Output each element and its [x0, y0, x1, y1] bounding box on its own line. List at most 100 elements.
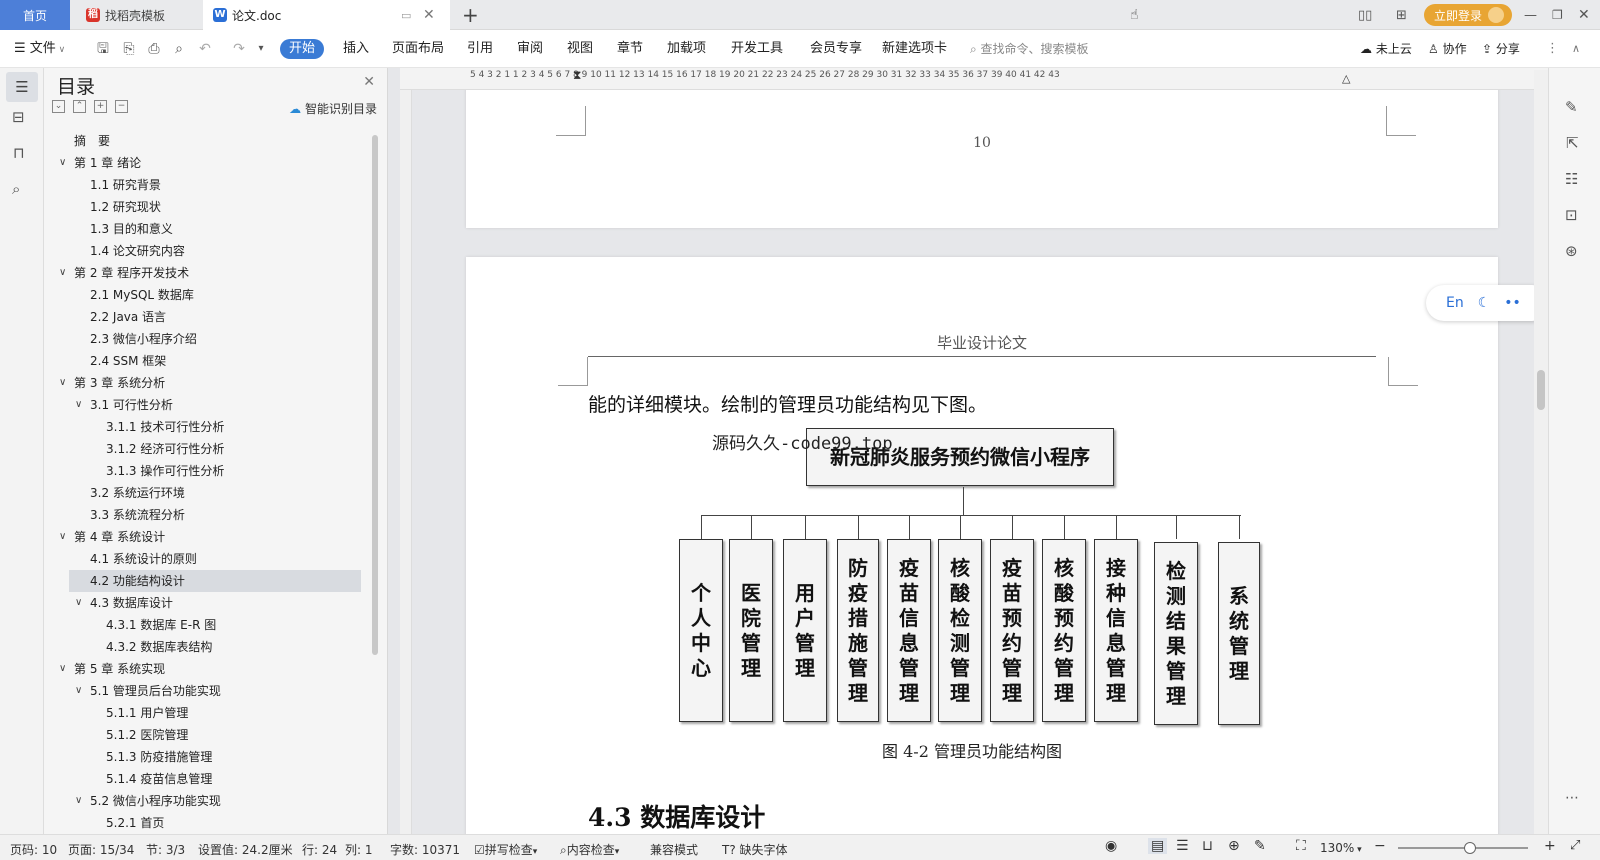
page-view-icon[interactable]: ▤ [1148, 838, 1168, 854]
read-view-icon[interactable]: ⊔ [1202, 838, 1213, 854]
save-icon[interactable]: 🖫 [94, 40, 112, 58]
menu-developer[interactable]: 开发工具 [731, 39, 783, 59]
toc-item[interactable]: 1.2 研究现状 [44, 196, 374, 218]
close-tab-icon[interactable]: ✕ [423, 7, 435, 23]
toc-item[interactable]: 3.1.3 操作可行性分析 [44, 460, 374, 482]
scroll-thumb[interactable] [1537, 370, 1545, 410]
select-cursor-icon[interactable]: ⇱ [1566, 134, 1579, 152]
menu-review[interactable]: 审阅 [517, 39, 543, 59]
layout-icon[interactable]: ▯▯ [1358, 0, 1372, 30]
toc-item[interactable]: 2.3 微信小程序介绍 [44, 328, 374, 350]
toc-item[interactable]: 4.2 功能结构设计 [69, 570, 361, 592]
menu-addons[interactable]: 加载项 [667, 39, 706, 59]
write-view-icon[interactable]: ✎ [1254, 838, 1266, 854]
toc-item[interactable]: 1.4 论文研究内容 [44, 240, 374, 262]
toc-item[interactable]: 2.2 Java 语言 [44, 306, 374, 328]
zoom-in-icon[interactable]: + [1544, 838, 1556, 854]
toc-item[interactable]: 1.3 目的和意义 [44, 218, 374, 240]
ime-english-label[interactable]: En [1446, 295, 1464, 311]
web-view-icon[interactable]: ⊕ [1228, 838, 1240, 854]
toc-item[interactable]: 2.4 SSM 框架 [44, 350, 374, 372]
menu-view[interactable]: 视图 [567, 39, 593, 59]
chevron-down-icon[interactable]: ∨ [59, 262, 66, 284]
zoom-select[interactable]: 130% ▾ [1320, 841, 1362, 855]
command-search[interactable]: ⌕ 查找命令、搜索模板 [970, 39, 1089, 59]
login-button[interactable]: 立即登录 [1424, 4, 1513, 26]
print-icon[interactable]: ⎙ [145, 40, 163, 58]
share-button[interactable]: ⇪ 分享 [1482, 39, 1520, 59]
menu-insert[interactable]: 插入 [343, 39, 369, 59]
toc-item[interactable]: 4.3.1 数据库 E-R 图 [44, 614, 374, 636]
zoom-slider[interactable] [1398, 842, 1528, 854]
chevron-down-icon[interactable]: ∨ [59, 372, 66, 394]
toc-scrollbar[interactable] [372, 135, 378, 655]
apps-grid-icon[interactable]: ⊞ [1396, 0, 1407, 30]
toc-item[interactable]: 4.1 系统设计的原则 [44, 548, 374, 570]
moon-icon[interactable]: ☾ [1478, 295, 1491, 311]
toc-item[interactable]: 4.3.2 数据库表结构 [44, 636, 374, 658]
more-options-icon[interactable]: ⋮ [1546, 39, 1559, 59]
toc-panel-icon[interactable]: ☰ [6, 72, 38, 102]
toc-item[interactable]: ∨ 3.1 可行性分析 [44, 394, 374, 416]
smart-toc-button[interactable]: ☁ 智能识别目录 [289, 100, 377, 117]
collapse-all-icon[interactable]: ⌄ [52, 100, 65, 113]
toc-item[interactable]: 5.1.1 用户管理 [44, 702, 374, 724]
print-preview-icon[interactable]: ⌕ [170, 40, 188, 58]
toc-item[interactable]: ∨ 第 5 章 系统实现 [44, 658, 374, 680]
menu-page-layout[interactable]: 页面布局 [392, 39, 444, 59]
toc-item[interactable]: 5.1.2 医院管理 [44, 724, 374, 746]
content-check-button[interactable]: ⌕内容检查▾ [560, 841, 619, 858]
toc-item[interactable]: ∨ 5.2 微信小程序功能实现 [44, 790, 374, 812]
fullscreen-icon[interactable]: ⤢ [1570, 838, 1580, 853]
chevron-down-icon[interactable]: ∨ [75, 394, 82, 416]
more-icon[interactable]: ▾ [252, 40, 270, 58]
toc-item[interactable]: 5.2.1 首页 [44, 812, 374, 834]
toc-item[interactable]: ∨ 4.3 数据库设计 [44, 592, 374, 614]
bookmark-icon[interactable]: ⊓ [13, 144, 25, 162]
close-window-icon[interactable]: ✕ [1578, 0, 1590, 30]
toc-item[interactable]: 2.1 MySQL 数据库 [44, 284, 374, 306]
tab-document[interactable]: W 论文.doc ▭ ✕ [203, 0, 450, 30]
redo-icon[interactable]: ↷ [230, 40, 248, 58]
vertical-ruler[interactable] [400, 90, 412, 834]
menu-chapter[interactable]: 章节 [617, 39, 643, 59]
chevron-down-icon[interactable]: ∨ [75, 790, 82, 812]
chevron-down-icon[interactable]: ∨ [59, 526, 66, 548]
eye-protection-icon[interactable]: ◉ [1105, 838, 1117, 854]
spell-check-button[interactable]: ☑拼写检查▾ [474, 841, 537, 858]
file-menu[interactable]: ☰ 文件 ∨ [14, 39, 65, 59]
tab-template[interactable]: 稻找稻壳模板 [80, 0, 198, 30]
chevron-down-icon[interactable]: ∨ [59, 152, 66, 174]
restore-icon[interactable]: ❐ [1552, 0, 1563, 30]
status-pages[interactable]: 页面: 15/34 [68, 841, 134, 858]
indent-marker-icon[interactable]: ⧗ [573, 68, 581, 83]
add-heading-icon[interactable]: + [94, 100, 107, 113]
pen-icon[interactable]: ✎ [1565, 98, 1578, 116]
export-pdf-icon[interactable]: ⎘ [120, 40, 138, 58]
menu-references[interactable]: 引用 [467, 39, 493, 59]
right-indent-icon[interactable]: △ [1342, 72, 1350, 85]
fit-page-icon[interactable]: ⛶ [1296, 838, 1306, 854]
chevron-down-icon[interactable]: ∨ [59, 658, 66, 680]
punctuation-icon[interactable]: •• [1504, 295, 1521, 311]
floating-ime-toolbar[interactable]: En ☾ •• › [1426, 285, 1548, 321]
settings-sliders-icon[interactable]: ☷ [1565, 170, 1578, 188]
toc-item[interactable]: 3.1.2 经济可行性分析 [44, 438, 374, 460]
chapter-nav-icon[interactable]: ⊟ [12, 108, 25, 126]
toc-item[interactable]: ∨ 第 3 章 系统分析 [44, 372, 374, 394]
menu-member[interactable]: 会员专享 [810, 39, 862, 59]
chevron-down-icon[interactable]: ∨ [75, 680, 82, 702]
toc-item[interactable]: 3.2 系统运行环境 [44, 482, 374, 504]
new-tab-button[interactable]: + [462, 0, 479, 30]
toc-item[interactable]: 3.3 系统流程分析 [44, 504, 374, 526]
toc-item[interactable]: ∨ 第 1 章 绪论 [44, 152, 374, 174]
zoom-slider-thumb[interactable] [1464, 842, 1476, 854]
menu-new-tab[interactable]: 新建选项卡 [882, 39, 947, 59]
close-icon[interactable]: ✕ [363, 74, 375, 90]
toc-item[interactable]: 3.1.1 技术可行性分析 [44, 416, 374, 438]
menu-start[interactable]: 开始 [280, 39, 325, 59]
collapse-ribbon-icon[interactable]: ∧ [1572, 39, 1580, 59]
chevron-down-icon[interactable]: ∨ [75, 592, 82, 614]
toc-item[interactable]: 5.1.3 防疫措施管理 [44, 746, 374, 768]
document-scrollbar[interactable] [1534, 70, 1548, 834]
